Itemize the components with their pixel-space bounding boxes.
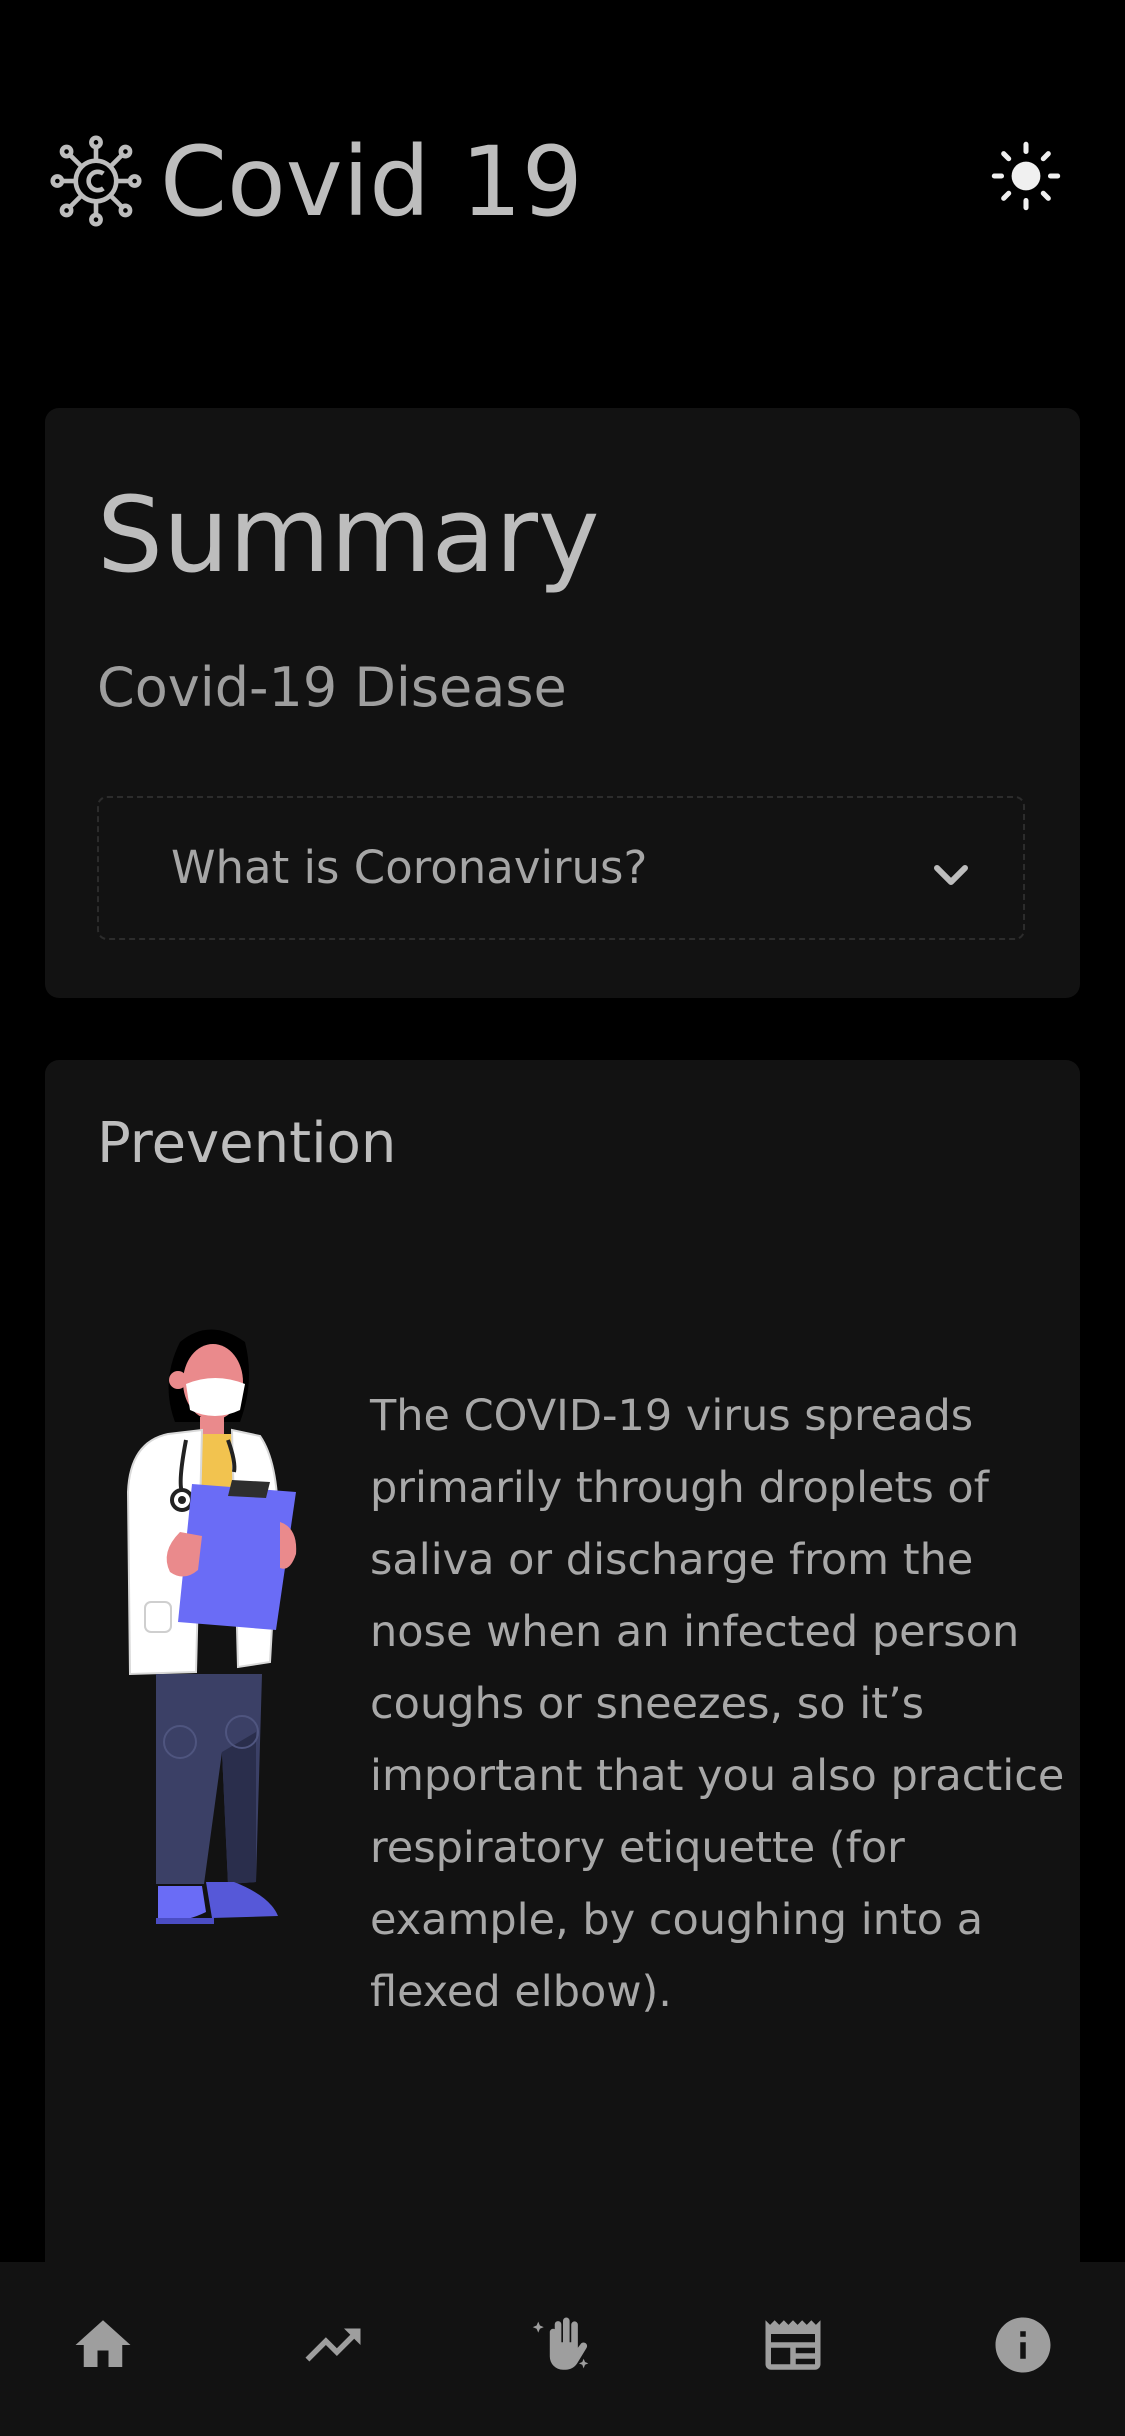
trending-up-icon: [305, 2328, 361, 2362]
prevention-title: Prevention: [97, 1111, 397, 1176]
chevron-down-icon: [934, 865, 968, 885]
faq-question: What is Coronavirus?: [171, 841, 648, 894]
newspaper-icon: [765, 2320, 821, 2370]
clean-hands-icon: [532, 2317, 589, 2370]
home-icon: [75, 2320, 131, 2367]
summary-subtitle: Covid-19 Disease: [97, 656, 567, 719]
nav-prevention[interactable]: [508, 2290, 618, 2400]
nav-info[interactable]: [968, 2290, 1078, 2400]
prevention-text: The COVID-19 virus spreads primarily thr…: [370, 1391, 1065, 2017]
summary-card: Summary Covid-19 Disease What is Coronav…: [45, 408, 1080, 998]
bottom-navigation: [0, 2262, 1125, 2436]
coronavirus-icon: [50, 135, 142, 227]
app-header: Covid 19: [0, 0, 1125, 370]
faq-accordion-what-is-coronavirus[interactable]: What is Coronavirus?: [97, 796, 1025, 940]
nav-news[interactable]: [738, 2290, 848, 2400]
nav-home[interactable]: [48, 2290, 158, 2400]
info-icon: [995, 2317, 1051, 2373]
summary-title: Summary: [97, 474, 600, 596]
nav-trends[interactable]: [278, 2290, 388, 2400]
app-title: Covid 19: [160, 126, 583, 238]
doctor-illustration: [126, 1329, 297, 1924]
prevention-card: Prevention The COVID-19 virus spreads pr…: [45, 1060, 1080, 2436]
sun-icon[interactable]: [990, 140, 1062, 212]
